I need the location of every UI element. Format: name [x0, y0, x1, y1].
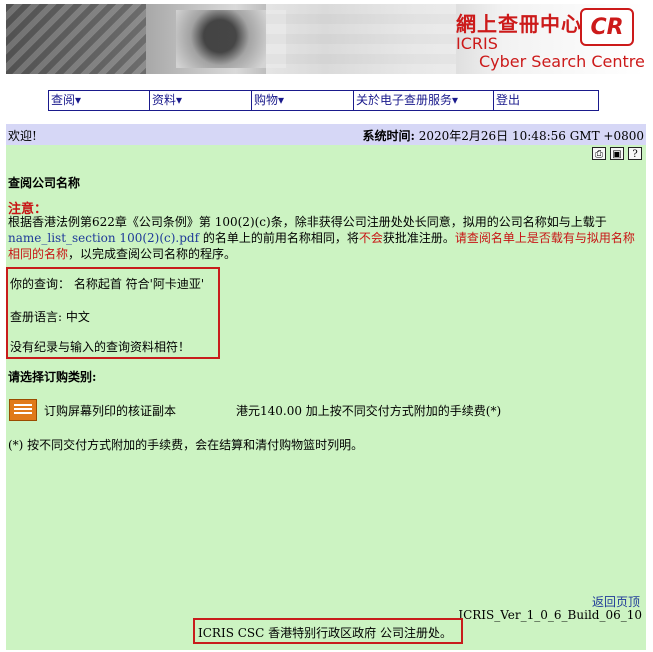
print-icon[interactable]: ⎙ [592, 147, 606, 160]
logo-cyber-search-centre: Cyber Search Centre [479, 52, 645, 71]
main-content: 欢迎! 系统时间: 2020年2月26日 10:48:56 GMT +0800 … [6, 124, 646, 650]
version-text: ICRIS_Ver_1_0_6_Build_06_10 [458, 608, 642, 622]
logo-cr-mark: CR [580, 8, 634, 46]
menu-logout[interactable]: 登出 [494, 91, 598, 110]
query-language: 查册语言: 中文 [10, 310, 90, 324]
query-no-results: 没有纪录与输入的查询资料相符！ [10, 340, 191, 354]
banner-photo-pattern [266, 4, 456, 74]
banner-photo-left [6, 4, 146, 74]
logo-chinese: 網上查冊中心 [456, 12, 582, 36]
welcome-bar: 欢迎! 系统时间: 2020年2月26日 10:48:56 GMT +0800 [6, 124, 646, 145]
order-certified-copy[interactable]: 订购屏幕列印的核证副本 [44, 402, 176, 419]
notice-part3: 获批准注册。 [382, 231, 455, 245]
footer-credit: ICRIS CSC 香港特别行政区政府 公司注册处。 [198, 626, 452, 640]
menu-search[interactable]: 查阅▾ [49, 91, 150, 110]
system-time-label: 系统时间: [362, 129, 415, 143]
logo-icris: ICRIS [456, 34, 498, 53]
name-list-pdf-link[interactable]: name_list_section 100(2)(c).pdf [8, 231, 199, 245]
order-type-label: 请选择订购类别: [8, 370, 97, 384]
help-icon[interactable]: ? [628, 147, 642, 160]
system-time-value: 2020年2月26日 10:48:56 GMT +0800 [418, 129, 644, 143]
save-icon[interactable]: ▣ [610, 147, 624, 160]
menu-shopping[interactable]: 购物▾ [252, 91, 354, 110]
notice-red-1: 不会 [358, 231, 383, 245]
notice-part2: 的名单上的前用名称相同，将 [199, 231, 359, 245]
menu-info[interactable]: 资料▾ [150, 91, 252, 110]
fee-note: (*) 按不同交付方式附加的手续费，会在结算和清付购物篮时列明。 [8, 438, 364, 452]
notice-part1: 根据香港法例第622章《公司条例》第 100(2)(c)条，除非获得公司注册处处… [8, 215, 607, 229]
toolbar-icons: ⎙ ▣ ? [592, 147, 642, 160]
query-criteria: 你的查询： 名称起首 符合'阿卡迪亚' [10, 277, 205, 291]
page-title: 查阅公司名称 [8, 176, 81, 190]
order-price: 港元140.00 加上按不同交付方式附加的手续费(*) [236, 404, 502, 418]
notice-text: 根据香港法例第622章《公司条例》第 100(2)(c)条，除非获得公司注册处处… [8, 214, 640, 262]
system-time: 系统时间: 2020年2月26日 10:48:56 GMT +0800 [362, 127, 644, 144]
top-menu: 查阅▾ 资料▾ 购物▾ 关於电子查册服务▾ 登出 [48, 90, 599, 111]
welcome-text: 欢迎! [8, 129, 37, 143]
notice-part4: ，以完成查阅公司名称的程序。 [68, 247, 237, 261]
order-form-icon[interactable] [9, 399, 37, 421]
menu-about[interactable]: 关於电子查册服务▾ [354, 91, 494, 110]
